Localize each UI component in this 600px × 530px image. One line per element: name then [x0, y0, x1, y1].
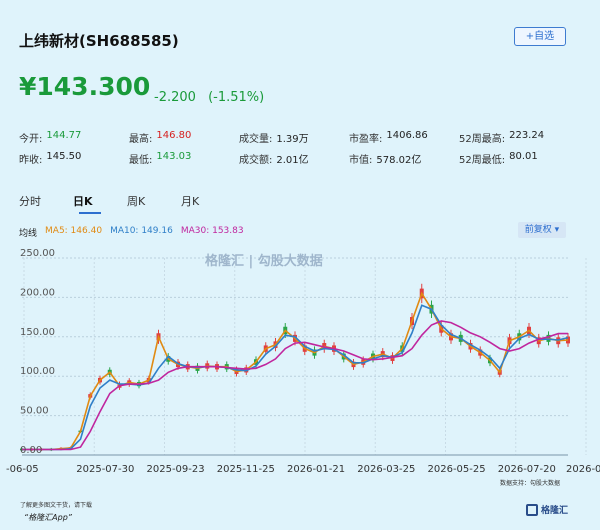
- series-line-ma5: [22, 291, 569, 451]
- stat-prev-close: 昨收: 145.50: [19, 151, 82, 166]
- x-tick-label: -06-05: [6, 464, 39, 475]
- y-tick-label: 50.00: [20, 406, 49, 417]
- stat-52w-low: 52周最低: 80.01: [459, 151, 538, 166]
- tab-intraday[interactable]: 分时: [19, 193, 73, 209]
- stat-low: 最低: 143.03: [129, 151, 192, 166]
- ma-legend: 均线 MA5: 146.40 MA10: 149.16 MA30: 153.83: [19, 226, 244, 239]
- stat-52w-high: 52周最高: 223.24: [459, 130, 545, 145]
- current-price: ¥143.300: [19, 72, 151, 101]
- stat-open: 今开: 144.77: [19, 130, 82, 145]
- ma5-value: MA5: 146.40: [45, 226, 103, 236]
- y-tick-label: 100.00: [20, 366, 55, 377]
- x-tick-label: 2026-05-25: [428, 464, 486, 475]
- y-tick-label: 150.00: [20, 327, 55, 338]
- active-tab-indicator: [79, 212, 101, 214]
- y-tick-label: 250.00: [20, 248, 55, 259]
- stats-row-1: 今开: 144.77 最高: 146.80 成交量: 1.39万 市盈率: 1406.8…: [19, 127, 594, 148]
- x-tick-label: 2026-03-25: [357, 464, 415, 475]
- stats-grid: 今开: 144.77 最高: 146.80 成交量: 1.39万 市盈率: 1406.8…: [19, 127, 594, 169]
- period-tabs: 分时 日K 周K 月K: [19, 193, 235, 209]
- ma30-value: MA30: 153.83: [180, 226, 244, 236]
- stock-title: 上纬新材(SH688585): [19, 32, 179, 50]
- adjust-dropdown[interactable]: 前复权 ▾: [518, 222, 566, 238]
- y-tick-label: 0.00: [20, 445, 42, 456]
- change-percent: (-1.51%): [208, 90, 265, 105]
- price-change: -2.200 (-1.51%): [154, 90, 272, 105]
- kline-chart[interactable]: 格隆汇 | 勾股大数据 250.00 200.00 150.00 100.00 50.0…: [0, 240, 600, 480]
- tab-weekly-k[interactable]: 周K: [127, 193, 181, 209]
- ma10-value: MA10: 149.16: [110, 226, 173, 236]
- stats-row-2: 昨收: 145.50 最低: 143.03 成交额: 2.01亿 市值: 578.02亿…: [19, 148, 594, 169]
- add-watchlist-button[interactable]: +自选: [514, 27, 566, 46]
- x-tick-label: 2026-01-21: [287, 464, 345, 475]
- x-tick-label: 2025-09-23: [147, 464, 205, 475]
- x-tick-label: 2025-11-25: [217, 464, 275, 475]
- footer-promo: 了解更多图文干货，请下载: [20, 502, 93, 509]
- tab-daily-k[interactable]: 日K: [73, 193, 127, 209]
- change-value: -2.200: [154, 90, 196, 105]
- footer-app-name: “格隆汇App”: [24, 513, 72, 522]
- ma-legend-label: 均线: [19, 229, 38, 239]
- stat-turnover: 成交额: 2.01亿: [239, 155, 309, 166]
- stat-volume: 成交量: 1.39万: [239, 134, 309, 145]
- logo-icon: [526, 503, 538, 516]
- stat-high: 最高: 146.80: [129, 130, 192, 145]
- brand-logo: 格隆汇: [526, 503, 568, 516]
- stat-pe: 市盈率: 1406.86: [349, 130, 428, 145]
- x-tick-label: 2026-0: [566, 464, 600, 475]
- x-tick-label: 2025-07-30: [76, 464, 134, 475]
- tab-monthly-k[interactable]: 月K: [181, 193, 235, 209]
- chart-watermark: 格隆汇 | 勾股大数据: [205, 253, 323, 269]
- x-tick-label: 2026-07-20: [498, 464, 556, 475]
- data-source: 数据支持：勾股大数据: [500, 480, 561, 487]
- y-tick-label: 200.00: [20, 287, 55, 298]
- stat-market-cap: 市值: 578.02亿: [349, 155, 422, 166]
